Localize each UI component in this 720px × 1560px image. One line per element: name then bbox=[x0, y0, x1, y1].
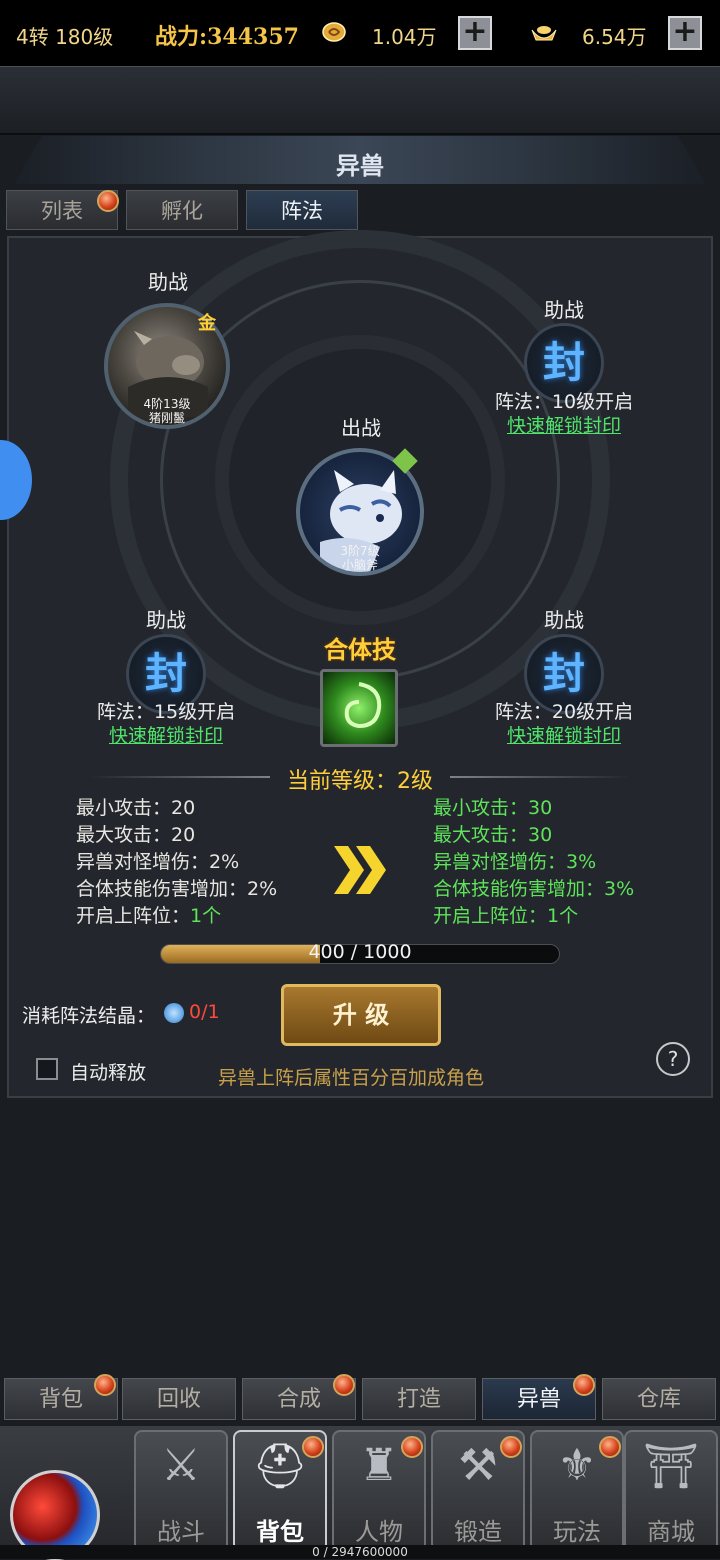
page-title: 异兽 bbox=[336, 152, 384, 180]
tab-list-badge bbox=[97, 190, 119, 212]
help-button[interactable]: ? bbox=[656, 1042, 690, 1076]
nav-bag-badge bbox=[302, 1436, 324, 1458]
ingot-amount: 6.54万 bbox=[582, 25, 647, 49]
nav-forge-badge bbox=[500, 1436, 522, 1458]
pet-caption-rank: 3阶7级 bbox=[340, 544, 380, 558]
add-coin-button[interactable]: + bbox=[458, 16, 492, 50]
rarity-badge-gold: 金 bbox=[198, 313, 216, 334]
stat-next-max-attack: 最大攻击：30 bbox=[433, 824, 553, 846]
crystal-icon bbox=[164, 1003, 184, 1023]
nav-bag-label: 背包 bbox=[256, 1518, 304, 1546]
stat-next-combo-dmg: 合体技能伤害增加：3% bbox=[433, 878, 635, 900]
bottom-tab-recycle[interactable]: 回收 bbox=[122, 1378, 236, 1420]
auto-release-checkbox[interactable] bbox=[36, 1058, 58, 1080]
combo-skill-label: 合体技 bbox=[324, 636, 396, 664]
bottom-tab-warehouse[interactable]: 仓库 bbox=[602, 1378, 716, 1420]
tab-formation[interactable]: 阵法 bbox=[246, 190, 358, 230]
upgrade-arrow-icon bbox=[334, 846, 386, 894]
cost-value: 0/1 bbox=[189, 1001, 220, 1023]
tab-hatch[interactable]: 孵化 bbox=[126, 190, 238, 230]
exp-bar-text: 0 / 2947600000 bbox=[312, 1545, 408, 1559]
support-label-top-right: 助战 bbox=[544, 298, 584, 322]
battle-label: 出战 bbox=[341, 416, 381, 440]
pet-caption-name: 小脑斧 bbox=[341, 558, 378, 572]
coin-amount: 1.04万 bbox=[372, 25, 437, 49]
bottom-tab-synthesize-badge bbox=[333, 1374, 355, 1396]
nav-gameplay-badge bbox=[599, 1436, 621, 1458]
pet-caption-rank: 4阶13级 bbox=[143, 397, 191, 411]
pet-caption-name: 猪刚鬣 bbox=[148, 411, 185, 425]
support-label-bottom-left: 助战 bbox=[146, 608, 186, 632]
hint-text: 异兽上阵后属性百分百加成角色 bbox=[218, 1067, 485, 1089]
nav-battle-label: 战斗 bbox=[157, 1518, 205, 1546]
bottom-tab-beast-badge bbox=[573, 1374, 595, 1396]
quick-unlock-link-bottom-right[interactable]: 快速解锁封印 bbox=[464, 721, 664, 748]
ingot-icon bbox=[531, 26, 557, 41]
nav-shop-label: 商城 bbox=[647, 1518, 695, 1546]
coin-icon bbox=[322, 22, 346, 42]
nav-forge-label: 锻造 bbox=[454, 1518, 502, 1546]
add-ingot-button[interactable]: + bbox=[668, 16, 702, 50]
unlock-requirement-bottom-left: 阵法：15级开启 bbox=[96, 701, 236, 723]
stat-next-slots: 开启上阵位：1个 bbox=[433, 905, 579, 927]
unlock-requirement-top-right: 阵法：10级开启 bbox=[494, 391, 634, 413]
nav-character-badge bbox=[401, 1436, 423, 1458]
green-vortex-icon bbox=[344, 682, 382, 729]
quick-unlock-link-top-right[interactable]: 快速解锁封印 bbox=[464, 411, 664, 438]
shop-building-icon: ⛩ bbox=[643, 1441, 699, 1492]
stat-current-min-attack: 最小攻击：20 bbox=[76, 797, 196, 819]
player-level: 4转 180级 bbox=[16, 25, 114, 49]
bottom-tab-forge[interactable]: 打造 bbox=[362, 1378, 476, 1420]
stat-next-monster-dmg: 异兽对怪增伤：3% bbox=[433, 851, 597, 873]
resource-bar bbox=[0, 66, 720, 135]
bottom-tab-bag-badge bbox=[94, 1374, 116, 1396]
current-level: 当前等级：2级 bbox=[287, 769, 433, 794]
stat-current-combo-dmg: 合体技能伤害增加：2% bbox=[76, 878, 278, 900]
crossed-swords-icon: ⚔ bbox=[161, 1440, 201, 1491]
stat-current-max-attack: 最大攻击：20 bbox=[76, 824, 196, 846]
support-label-top-left: 助战 bbox=[148, 270, 188, 294]
exp-progress-text: 400 / 1000 bbox=[308, 941, 412, 963]
upgrade-button[interactable]: 升 级 bbox=[281, 984, 441, 1046]
stat-current-monster-dmg: 异兽对怪增伤：2% bbox=[76, 851, 240, 873]
unlock-requirement-bottom-right: 阵法：20级开启 bbox=[494, 701, 634, 723]
stat-current-slots: 开启上阵位：1个 bbox=[76, 903, 221, 930]
stat-current-slots-value: 1个 bbox=[190, 905, 222, 927]
combo-skill-icon[interactable] bbox=[320, 669, 398, 747]
auto-release-label: 自动释放 bbox=[70, 1062, 147, 1084]
nav-character-label: 人物 bbox=[355, 1518, 403, 1546]
nav-gameplay-label: 玩法 bbox=[553, 1518, 601, 1546]
stat-current-slots-label: 开启上阵位： bbox=[76, 905, 191, 927]
cost-label: 消耗阵法结晶： bbox=[22, 1005, 156, 1027]
support-label-bottom-right: 助战 bbox=[544, 608, 584, 632]
combat-power: 战力:344357 bbox=[155, 24, 299, 50]
quick-unlock-link-bottom-left[interactable]: 快速解锁封印 bbox=[66, 721, 266, 748]
stat-next-min-attack: 最小攻击：30 bbox=[433, 797, 553, 819]
